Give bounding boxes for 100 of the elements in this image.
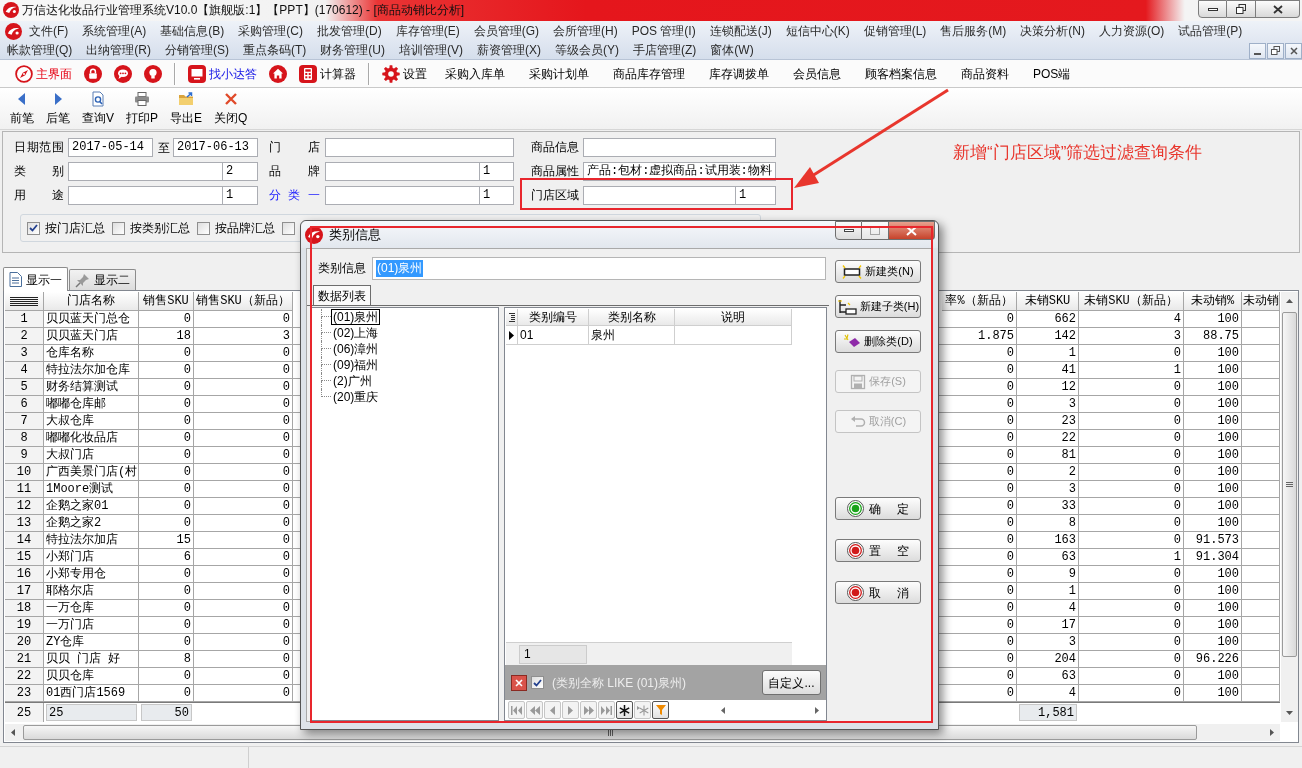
column-header[interactable]: 门店名称: [44, 292, 139, 311]
menu-item[interactable]: 批发管理(D): [310, 22, 389, 41]
menu-item[interactable]: 重点条码(T): [236, 41, 314, 60]
scrollbar-thumb[interactable]: [1282, 312, 1297, 657]
vertical-scrollbar[interactable]: [1281, 292, 1298, 722]
menu-item[interactable]: 分销管理(S): [158, 41, 236, 60]
remove-filter-button[interactable]: [511, 674, 527, 691]
close-button[interactable]: [1256, 0, 1300, 18]
menu-item[interactable]: 会所管理(H): [546, 22, 625, 41]
navigator-button[interactable]: [652, 701, 669, 719]
toolbar-button[interactable]: 计算器: [296, 61, 359, 86]
column-header[interactable]: 未销SKU: [1017, 292, 1079, 311]
tab[interactable]: 数据列表: [313, 285, 371, 305]
menu-item[interactable]: 等级会员(Y): [548, 41, 626, 60]
menu-item[interactable]: 决策分析(N): [1013, 22, 1093, 41]
column-header[interactable]: 未销SKU（新品）: [1079, 292, 1184, 311]
menu-item[interactable]: 培训管理(V): [392, 41, 470, 60]
tree-item[interactable]: (2)广州: [331, 373, 374, 389]
checkbox[interactable]: [282, 221, 295, 235]
menu-item[interactable]: 会员管理(G): [466, 22, 546, 41]
menu-item[interactable]: 库存管理(E): [388, 22, 467, 41]
text-field[interactable]: [325, 138, 514, 157]
toolbar-button[interactable]: 顾客档案信息: [853, 61, 949, 86]
menu-item[interactable]: 系统管理(A): [75, 22, 154, 41]
ok-button[interactable]: 确 定: [835, 497, 921, 520]
text-field[interactable]: [325, 162, 480, 181]
checkbox[interactable]: [112, 221, 125, 235]
toolbar-button[interactable]: POS端: [1021, 61, 1083, 86]
toolbar-button[interactable]: 商品库存管理: [601, 61, 697, 86]
menu-item[interactable]: 人力资源(O): [1092, 22, 1172, 41]
column-header[interactable]: 类别名称: [589, 309, 675, 326]
tree-item[interactable]: (20)重庆: [331, 389, 381, 405]
menu-item[interactable]: 手店管理(Z): [626, 41, 704, 60]
action-button[interactable]: 打印P: [122, 91, 163, 125]
text-field[interactable]: [68, 162, 223, 181]
checkbox[interactable]: [27, 221, 40, 235]
code-field[interactable]: 1: [736, 186, 776, 205]
tree-item[interactable]: (09)福州: [331, 357, 381, 373]
action-button[interactable]: 关闭Q: [210, 91, 252, 125]
tab[interactable]: 显示二: [69, 269, 136, 290]
date-field[interactable]: 2017-05-14: [68, 138, 153, 157]
menu-item[interactable]: 财务管理(U): [313, 41, 392, 60]
clear-button[interactable]: 置 空: [835, 539, 921, 562]
new-subclass-button[interactable]: 新建子类(H): [835, 295, 921, 318]
text-field[interactable]: [583, 138, 776, 157]
action-button[interactable]: 前笔: [6, 91, 38, 125]
action-button[interactable]: 查询V: [78, 91, 118, 125]
checkbox-label[interactable]: 按品牌汇总: [215, 219, 275, 237]
text-field[interactable]: [68, 186, 223, 205]
menu-item[interactable]: 帐款管理(Q): [0, 41, 80, 60]
column-header[interactable]: 说明: [675, 309, 792, 326]
column-header[interactable]: 率%（新品）: [942, 292, 1017, 311]
restore-button[interactable]: [1227, 0, 1256, 18]
tree-item[interactable]: (06)漳州: [331, 341, 381, 357]
toolbar-button[interactable]: 找小达答: [185, 61, 260, 86]
menu-item[interactable]: 试品管理(P): [1171, 22, 1250, 41]
customize-button[interactable]: 自定义...: [762, 670, 821, 695]
column-header[interactable]: 未动销: [1242, 292, 1280, 311]
action-button[interactable]: 导出E: [166, 91, 207, 125]
code-field[interactable]: 1: [480, 162, 514, 181]
minimize-button[interactable]: [1198, 0, 1227, 18]
menu-item[interactable]: 窗体(W): [703, 41, 761, 60]
text-field[interactable]: [325, 186, 480, 205]
new-class-button[interactable]: 新建类(N): [835, 260, 921, 283]
toolbar-button[interactable]: 商品资料: [949, 61, 1021, 86]
tab[interactable]: 显示一: [3, 267, 68, 291]
column-header[interactable]: 销售SKU（新品）: [194, 292, 293, 311]
code-field[interactable]: 1: [223, 186, 258, 205]
toolbar-button[interactable]: 会员信息: [781, 61, 853, 86]
cancel-button[interactable]: 取 消: [835, 581, 921, 604]
menu-item[interactable]: 薪资管理(X): [470, 41, 548, 60]
action-button[interactable]: 后笔: [42, 91, 74, 125]
checkbox[interactable]: [197, 221, 210, 235]
code-field[interactable]: 2: [223, 162, 258, 181]
toolbar-button[interactable]: 主界面: [12, 61, 75, 86]
navigator-button[interactable]: [616, 701, 633, 719]
date-field[interactable]: 2017-06-13: [173, 138, 258, 157]
toolbar-button[interactable]: 设置: [379, 61, 430, 86]
menu-item[interactable]: 采购管理(C): [231, 22, 310, 41]
delete-button[interactable]: 删除类(D): [835, 330, 921, 353]
tree-item[interactable]: (01)泉州: [331, 309, 381, 325]
code-field[interactable]: 1: [480, 186, 514, 205]
restore-button[interactable]: [1267, 42, 1284, 59]
checkbox-label[interactable]: 按门店汇总: [45, 219, 105, 237]
menu-item[interactable]: 基础信息(B): [153, 22, 232, 41]
menu-item[interactable]: POS 管理(I): [624, 22, 703, 41]
menu-item[interactable]: 连锁配送(J): [702, 22, 779, 41]
tree-item[interactable]: (02)上海: [331, 325, 381, 341]
menu-item[interactable]: 文件(F): [22, 22, 76, 41]
checkbox[interactable]: [531, 676, 544, 689]
checkbox-label[interactable]: 按类别汇总: [130, 219, 190, 237]
toolbar-button[interactable]: 采购计划单: [517, 61, 601, 86]
column-header[interactable]: 销售SKU: [139, 292, 194, 311]
column-header[interactable]: 类别编号: [518, 309, 589, 326]
text-field[interactable]: [583, 186, 736, 205]
toolbar-button[interactable]: 库存调拨单: [697, 61, 781, 86]
close-button[interactable]: [1285, 42, 1302, 59]
menu-item[interactable]: 售后服务(M): [933, 22, 1014, 41]
column-header[interactable]: 未动销%: [1184, 292, 1242, 311]
menu-item[interactable]: 短信中心(K): [778, 22, 857, 41]
